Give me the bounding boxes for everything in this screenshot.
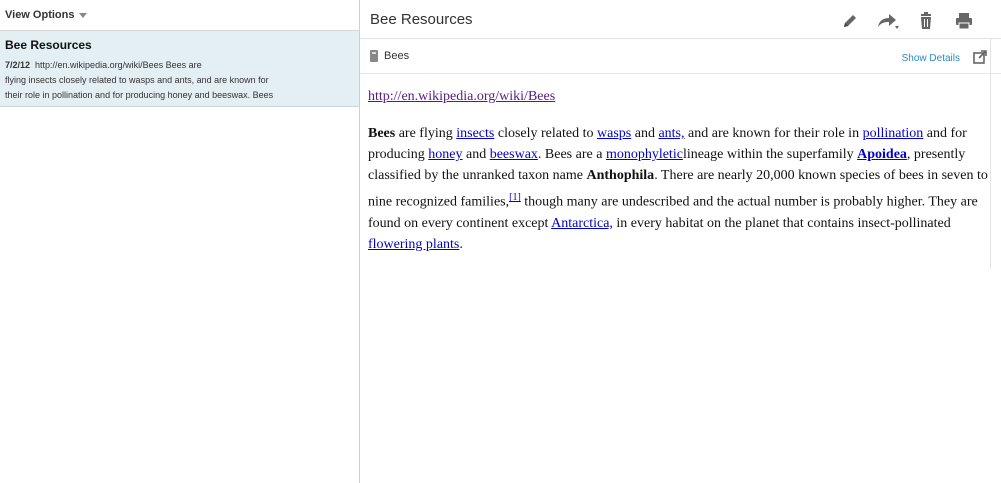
note-body[interactable]: http://en.wikipedia.org/wiki/Bees Bees a…	[360, 74, 1001, 255]
link-wasps[interactable]: wasps	[597, 126, 631, 141]
print-icon	[956, 13, 972, 30]
body-text: and	[462, 147, 490, 162]
note-list-pane: View Options Bee Resources 7/2/12 http://…	[0, 0, 360, 483]
note-item-snippet: 7/2/12 http://en.wikipedia.org/wiki/Bees …	[5, 58, 354, 103]
bold-text: Anthophila	[586, 168, 655, 183]
body-text: closely related to	[494, 126, 597, 141]
note-header: Bee Resources	[360, 0, 1001, 39]
link-honey[interactable]: honey	[428, 147, 462, 162]
vertical-scrollbar[interactable]	[990, 39, 1001, 269]
link-ants[interactable]: ants,	[658, 126, 684, 141]
body-text: . Bees are a	[537, 147, 606, 162]
note-list-item[interactable]: Bee Resources 7/2/12 http://en.wikipedia.…	[0, 31, 359, 107]
pencil-icon	[844, 15, 856, 27]
body-text: lineage within the superfamily	[682, 147, 858, 162]
link-insects[interactable]: insects	[456, 126, 494, 141]
notebook-icon	[370, 50, 378, 62]
note-snippet-line: flying insects closely related to wasps …	[5, 75, 269, 85]
link-beeswax[interactable]: beeswax	[490, 147, 538, 162]
popout-icon[interactable]	[973, 50, 987, 64]
reference-link[interactable]: [1]	[509, 192, 521, 203]
bold-text: Apoidea	[857, 147, 907, 162]
trash-icon	[921, 12, 931, 29]
link-monophyletic[interactable]: monophyletic	[606, 147, 683, 162]
body-text: are flying	[395, 126, 457, 141]
notebook-name: Bees	[384, 50, 410, 62]
note-snippet-line: http://en.wikipedia.org/wiki/Bees Bees a…	[35, 60, 202, 70]
print-button[interactable]	[945, 10, 983, 32]
note-item-date: 7/2/12	[5, 60, 31, 70]
view-options-label: View Options	[5, 9, 75, 21]
notebook-selector[interactable]: Bees	[370, 50, 409, 62]
body-text: in every habitat on the planet that cont…	[612, 215, 951, 231]
share-icon	[878, 14, 899, 29]
note-item-title: Bee Resources	[5, 38, 92, 52]
note-paragraph: Bees are flying insects closely related …	[368, 123, 993, 255]
edit-button[interactable]	[831, 10, 869, 32]
source-url-link[interactable]: http://en.wikipedia.org/wiki/Bees	[368, 89, 555, 104]
note-details-bar: Bees Show Details	[360, 39, 1001, 74]
note-list-toolbar: View Options	[0, 0, 359, 31]
body-text: and	[631, 126, 659, 141]
chevron-down-icon	[79, 13, 88, 18]
body-text: and are known for their role in	[684, 126, 863, 141]
share-button[interactable]	[869, 10, 907, 32]
link-apoidea[interactable]: Apoidea	[857, 147, 907, 162]
note-snippet-line: their role in pollination and for produc…	[5, 90, 274, 100]
delete-button[interactable]	[907, 10, 945, 32]
link-flowering-plants[interactable]: flowering plants	[368, 237, 459, 252]
link-antarctica[interactable]: Antarctica,	[551, 216, 613, 231]
note-editor-pane: Bee Resources Bees Show Details http://e…	[360, 0, 1001, 483]
bold-text: Bees	[368, 126, 396, 141]
link-pollination[interactable]: pollination	[863, 126, 924, 141]
view-options-dropdown[interactable]: View Options	[5, 9, 88, 21]
show-details-link[interactable]: Show Details	[902, 53, 960, 64]
body-text: .	[459, 236, 463, 252]
note-title[interactable]: Bee Resources	[370, 11, 473, 28]
note-toolbar	[831, 10, 983, 32]
